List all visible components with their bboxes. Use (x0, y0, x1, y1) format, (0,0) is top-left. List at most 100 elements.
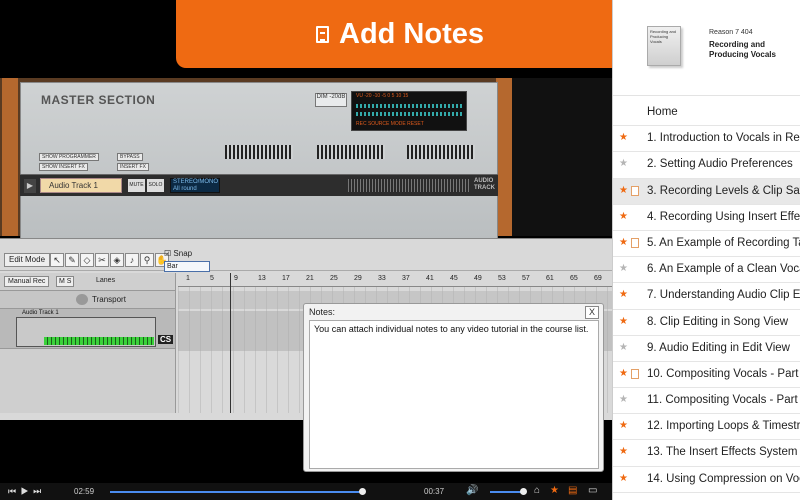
expand-icon[interactable]: ▶ (24, 179, 36, 193)
show-insert-fx-button[interactable]: SHOW INSERT FX (39, 163, 88, 171)
star-icon[interactable]: ★ (619, 368, 628, 379)
edit-mode-button[interactable]: Edit Mode (4, 253, 51, 267)
lesson-list: Home ★ 1. Introduction to Vocals in Reason… (613, 100, 800, 493)
star-icon[interactable]: ★ (619, 185, 628, 196)
lesson-item[interactable]: ★ 9. Audio Editing in Edit View (613, 336, 800, 362)
lesson-item[interactable]: ★ 11. Compositing Vocals - Part 2 (613, 388, 800, 415)
star-icon[interactable]: ★ (619, 342, 628, 353)
bypass-button[interactable]: BYPASS (117, 153, 143, 161)
lesson-item[interactable]: ★ 7. Understanding Audio Clip Editing (613, 283, 800, 310)
snap-checkbox[interactable]: ☑ Snap (164, 249, 192, 258)
star-icon[interactable]: ★ (619, 289, 628, 300)
notes-popup: Notes: X You can attach individual notes… (303, 303, 604, 472)
ruler-tick: 37 (402, 275, 410, 282)
lesson-label: 6. An Example of a Clean Vocal (647, 263, 800, 276)
master-section-title: MASTER SECTION (41, 93, 156, 107)
ruler-tick: 21 (306, 275, 314, 282)
ruler-tick: 17 (282, 275, 290, 282)
star-icon[interactable]: ★ (550, 485, 559, 496)
lesson-item[interactable]: ★ 6. An Example of a Clean Vocal (613, 257, 800, 284)
star-icon[interactable]: ★ (619, 446, 628, 457)
lesson-item[interactable]: ★ 1. Introduction to Vocals in Reason (613, 126, 800, 153)
audio-track-lane[interactable]: Audio Track 1 CS (0, 309, 175, 349)
star-icon[interactable]: ★ (619, 211, 628, 222)
eraser-tool-icon[interactable]: ◇ (80, 253, 94, 267)
audio-track-device: ▶ Audio Track 1 MUTE SOLO STEREO/MONO Al… (20, 174, 498, 196)
solo-button[interactable]: SOLO (147, 179, 164, 192)
notes-close-button[interactable]: X (585, 306, 599, 319)
playhead[interactable] (230, 273, 231, 413)
fullscreen-icon[interactable]: ▭ (588, 485, 597, 496)
lesson-item[interactable]: Home (613, 100, 800, 127)
progress-fill (110, 491, 360, 493)
ms-buttons[interactable]: M S (56, 276, 75, 287)
star-icon[interactable]: ★ (619, 237, 628, 248)
snap-value-select[interactable]: Bar (164, 261, 210, 272)
lesson-item[interactable]: ★ 10. Compositing Vocals - Part 1 (613, 362, 800, 389)
ruler-tick: 65 (570, 275, 578, 282)
transport-track[interactable]: Transport (0, 291, 175, 309)
volume-knob[interactable] (520, 488, 527, 495)
lcd-line-1: STEREO/MONO (173, 179, 219, 185)
razor-tool-icon[interactable]: ✂ (95, 253, 109, 267)
ruler-tick: 49 (474, 275, 482, 282)
dim-button[interactable]: DIM -20dB (315, 93, 347, 107)
lesson-item[interactable]: ★ 14. Using Compression on Vocals (613, 467, 800, 493)
transport-buttons[interactable]: ⏮ ▶ ⏭ (8, 486, 42, 497)
speaker-tool-icon[interactable]: ♪ (125, 253, 139, 267)
insert-fx-button[interactable]: INSERT FX (117, 163, 149, 171)
lesson-item[interactable]: ★ 5. An Example of Recording Takes (613, 231, 800, 258)
star-icon[interactable]: ★ (619, 394, 628, 405)
star-icon[interactable]: ★ (619, 316, 628, 327)
vu-buttons: REC SOURCE MODE RESET (356, 121, 424, 127)
lesson-label: 11. Compositing Vocals - Part 2 (647, 394, 800, 407)
volume-slider[interactable] (490, 491, 524, 493)
audio-track-level-meter (44, 337, 154, 345)
document-icon (316, 25, 329, 43)
star-icon[interactable]: ★ (619, 158, 628, 169)
notes-textarea[interactable]: You can attach individual notes to any v… (309, 320, 599, 469)
rack-rail-left (2, 78, 18, 236)
audio-track-name[interactable]: Audio Track 1 (40, 178, 122, 193)
ruler-tick: 9 (234, 275, 238, 282)
magnify-tool-icon[interactable]: ⚲ (140, 253, 154, 267)
track-lcd[interactable]: STEREO/MONO All round (170, 178, 220, 193)
lesson-item[interactable]: ★ 8. Clip Editing in Song View (613, 310, 800, 336)
notes-icon[interactable]: ▤ (568, 485, 577, 496)
lesson-label: 2. Setting Audio Preferences (647, 158, 793, 171)
note-icon (631, 368, 639, 379)
progress-knob[interactable] (359, 488, 366, 495)
pencil-tool-icon[interactable]: ✎ (65, 253, 79, 267)
volume-icon[interactable]: 🔊 (466, 485, 478, 496)
lesson-label: 9. Audio Editing in Edit View (647, 341, 790, 354)
lesson-item[interactable]: ★ 12. Importing Loops & Timestretch (613, 414, 800, 441)
track-list: Manual Rec M S Lanes Transport Audio Tra… (0, 273, 176, 413)
star-icon[interactable]: ★ (619, 263, 628, 274)
course-sidebar: Recording and Producing Vocals Reason 7 … (612, 0, 800, 500)
progress-bar[interactable] (110, 491, 362, 493)
home-icon[interactable]: ⌂ (534, 485, 540, 496)
video-player[interactable]: MASTER SECTION DIM -20dB VU -20 -10 -5 0… (0, 0, 612, 500)
lesson-label: 7. Understanding Audio Clip Editing (647, 289, 800, 302)
mute-button[interactable]: MUTE (128, 179, 145, 192)
bar-ruler[interactable]: 1 5 9 13 17 21 25 29 33 37 41 45 49 53 57 61 65 69 (178, 273, 612, 287)
lesson-label: 12. Importing Loops & Timestretch (647, 420, 800, 433)
course-box-art: Recording and Producing Vocals (647, 26, 681, 66)
vu-meter: VU -20 -10 -5 0 5 10 15 PEAK -36 -24 -12… (351, 91, 467, 131)
lesson-item[interactable]: ★ 4. Recording Using Insert Effects (613, 205, 800, 231)
show-programmer-button[interactable]: SHOW PROGRAMMER (39, 153, 99, 161)
star-icon[interactable]: ★ (619, 132, 628, 143)
lesson-item[interactable]: ★ 13. The Insert Effects System (613, 440, 800, 467)
mute-tool-icon[interactable]: ◈ (110, 253, 124, 267)
star-icon[interactable]: ★ (619, 473, 628, 484)
manual-rec-button[interactable]: Manual Rec (4, 276, 50, 287)
snap-label: Snap (173, 249, 193, 258)
lesson-label: Home (647, 106, 678, 118)
lesson-item[interactable]: ★ 2. Setting Audio Preferences (613, 152, 800, 179)
audio-track-logo: AUDIO TRACK (474, 178, 495, 191)
notes-label: Notes: (309, 307, 336, 317)
star-icon[interactable]: ★ (619, 420, 628, 431)
arrow-tool-icon[interactable]: ↖ (50, 253, 64, 267)
sequencer-toolbar: Edit Mode ↖ ✎ ◇ ✂ ◈ ♪ ⚲ ✋ ☑ Snap Bar (0, 243, 612, 272)
lesson-item[interactable]: ★ 3. Recording Levels & Clip Safe (613, 178, 800, 205)
